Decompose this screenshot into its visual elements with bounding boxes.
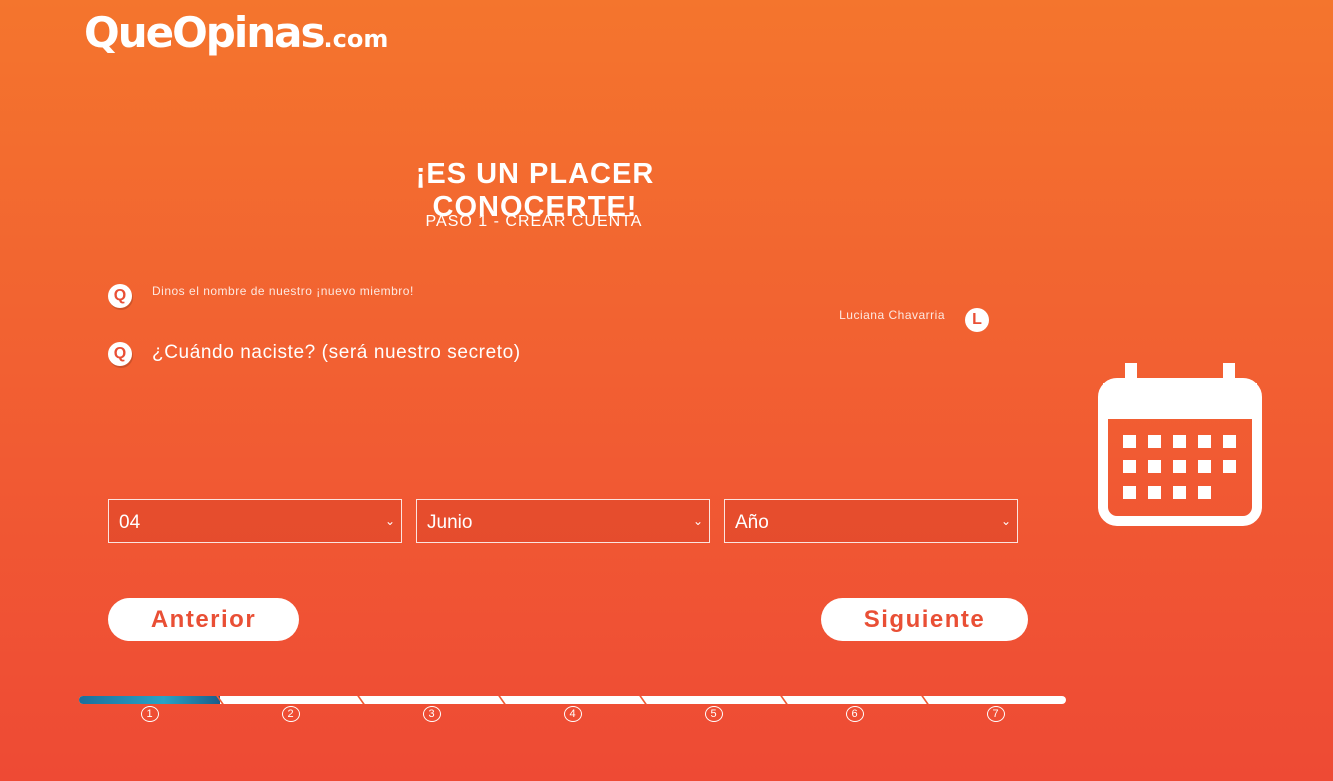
progress-step-7: 7 <box>986 706 1005 722</box>
day-select[interactable]: 04 ⌄ <box>108 499 402 543</box>
bot-message-name-prompt: Dinos el nombre de nuestro ¡nuevo miembr… <box>152 284 414 298</box>
progress-step-6: 6 <box>845 706 864 722</box>
progress-step-2: 2 <box>281 706 300 722</box>
day-select-value: 04 <box>119 512 141 533</box>
month-select-value: Junio <box>427 512 473 533</box>
progress-step-5: 5 <box>704 706 723 722</box>
year-select[interactable]: Año ⌄ <box>724 499 1018 543</box>
next-button[interactable]: Siguiente <box>821 598 1028 641</box>
previous-button[interactable]: Anterior <box>108 598 299 641</box>
user-reply-name: Luciana Chavarria <box>839 308 945 322</box>
chevron-down-icon: ⌄ <box>384 514 395 528</box>
chevron-down-icon: ⌄ <box>1000 514 1011 528</box>
progress-step-3: 3 <box>422 706 441 722</box>
progress-separator <box>919 696 931 704</box>
progress-separator <box>496 696 508 704</box>
brand-logo[interactable]: QueOpinas.com <box>84 8 388 57</box>
progress-step-1: 1 <box>140 706 159 722</box>
calendar-icon <box>1098 363 1262 526</box>
bot-avatar-icon: Q <box>108 284 132 308</box>
progress-fill <box>79 696 220 704</box>
step-subtitle: PASO 1 - CREAR CUENTA <box>425 213 643 230</box>
birthdate-question: ¿Cuándo naciste? (será nuestro secreto) <box>152 342 521 363</box>
progress-separator <box>778 696 790 704</box>
chevron-down-icon: ⌄ <box>692 514 703 528</box>
bot-avatar-icon: Q <box>108 342 132 366</box>
month-select[interactable]: Junio ⌄ <box>416 499 710 543</box>
brand-name: QueOpinas <box>84 8 325 57</box>
year-select-value: Año <box>735 512 769 533</box>
progress-step-4: 4 <box>563 706 582 722</box>
progress-separator <box>355 696 367 704</box>
progress-separator <box>637 696 649 704</box>
user-avatar-icon: L <box>965 308 989 332</box>
progress-bar <box>79 696 1066 704</box>
brand-tld: .com <box>323 25 389 53</box>
